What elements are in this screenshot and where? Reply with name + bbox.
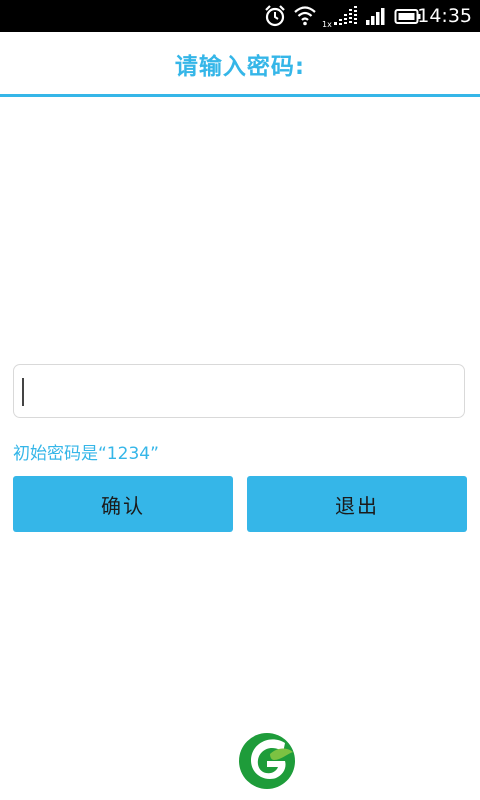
- confirm-button-label: 确认: [101, 493, 145, 518]
- confirm-button[interactable]: 确认: [13, 476, 233, 532]
- signal-1x-icon: 1x: [322, 6, 357, 29]
- exit-button-label: 退出: [335, 493, 379, 518]
- text-caret: [22, 378, 24, 406]
- signal-icon: [366, 8, 385, 25]
- svg-text:1x: 1x: [322, 20, 332, 29]
- header-bar: 请输入密码:: [0, 32, 480, 97]
- app-logo-icon: [239, 733, 295, 789]
- status-time: 14:35: [417, 5, 472, 27]
- password-input[interactable]: [13, 364, 465, 418]
- password-hint: 初始密码是“1234”: [13, 444, 159, 464]
- page-title: 请输入密码:: [174, 54, 306, 80]
- app-screen: 1x 14:35 请输入密码: 初始密码是“1234” 确认 退出: [0, 0, 480, 800]
- alarm-icon: [265, 5, 285, 27]
- wifi-icon: [294, 6, 316, 26]
- exit-button[interactable]: 退出: [247, 476, 467, 532]
- status-bar: 1x 14:35: [0, 0, 480, 32]
